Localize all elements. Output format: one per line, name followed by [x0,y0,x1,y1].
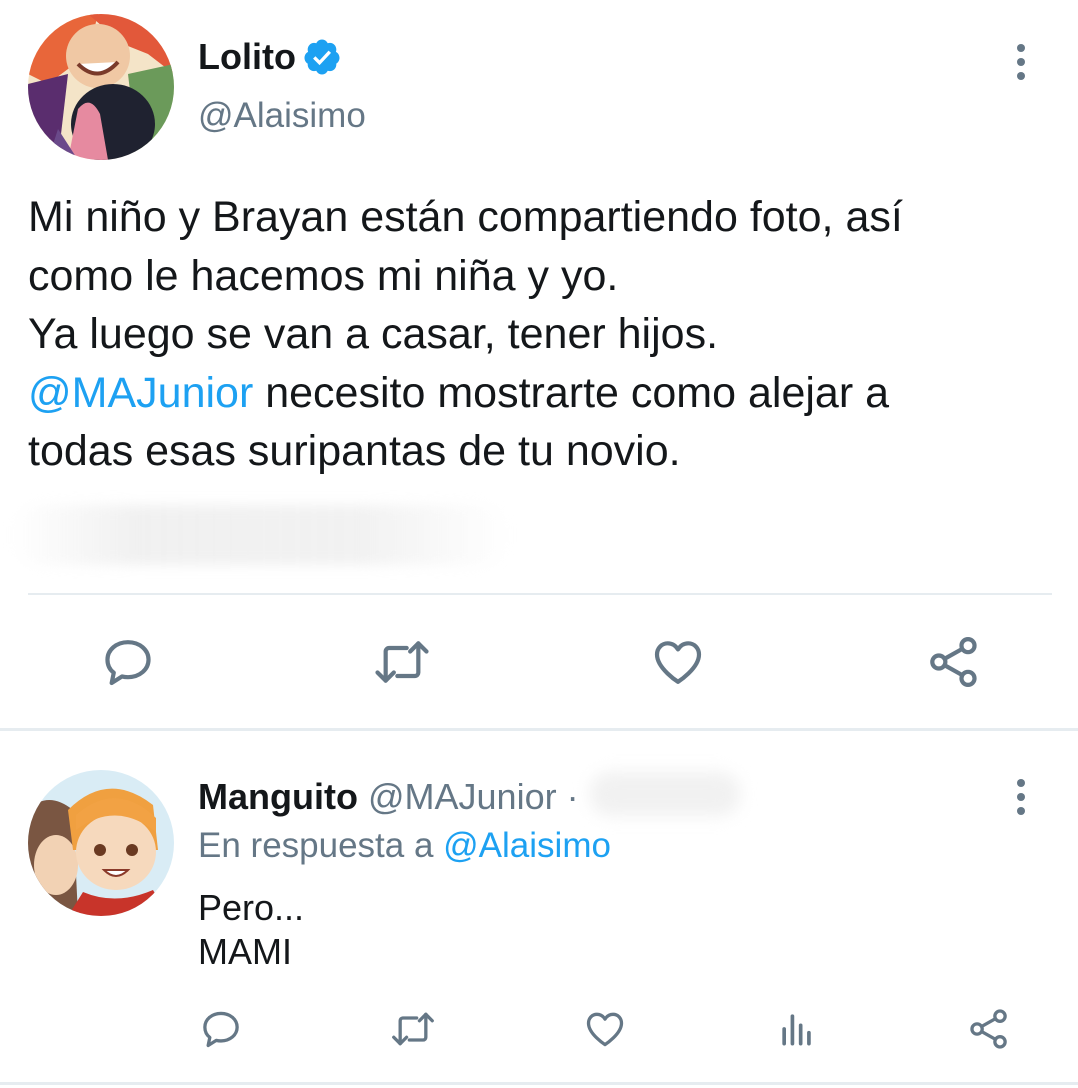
mention-link[interactable]: @MAJunior [28,369,253,417]
replying-to-mention[interactable]: @Alaisimo [443,826,611,865]
analytics-icon [782,1014,811,1046]
tweet-text-line: @MAJunior necesito mostrarte como alejar… [28,364,1068,423]
author-name-row[interactable]: Lolito [198,36,342,78]
tweet-text-line: Ya luego se van a casar, tener hijos. [28,310,719,358]
reply-author-name[interactable]: Manguito [198,776,358,817]
like-button[interactable] [648,632,708,692]
author-handle[interactable]: @Alaisimo [198,96,366,136]
tweet-thread: Lolito @Alaisimo Mi niño y Brayan están … [0,0,1078,1088]
tweet-text-fragment: necesito mostrarte como alejar a [253,368,890,417]
redacted-area [10,505,510,565]
like-icon [654,641,702,684]
reply-text-line: Pero... [198,887,305,928]
avatar-illustration [28,770,174,916]
replying-to: En respuesta a @Alaisimo [198,826,611,866]
more-options-icon[interactable] [1006,775,1036,819]
reply-author-avatar[interactable] [28,770,174,916]
tweet-text-line: como le hacemos mi niña y yo. [28,251,619,300]
share-icon [970,1009,1007,1049]
reply-button[interactable] [198,1006,244,1052]
like-icon [586,1012,624,1047]
share-icon [930,637,977,687]
section-divider [0,728,1078,731]
divider [28,593,1052,595]
more-options-icon[interactable] [1006,40,1036,84]
reply-text-line: MAMI [198,931,292,972]
reply-icon [203,1011,239,1048]
redacted-timestamp [590,772,740,816]
retweet-button[interactable] [370,632,434,692]
retweet-button[interactable] [388,1006,438,1052]
retweet-icon [375,641,429,683]
retweet-icon [392,1012,434,1046]
analytics-button[interactable] [774,1006,820,1052]
share-button[interactable] [966,1006,1012,1052]
separator-dot: · [566,776,579,817]
replying-to-label: En respuesta a [198,826,444,865]
share-button[interactable] [924,632,984,692]
reply-text: Pero... MAMI [198,886,304,974]
tweet-text-line: Mi niño y Brayan están compartiendo foto… [28,193,903,241]
divider [0,1082,1078,1085]
author-name[interactable]: Lolito [198,36,296,78]
reply-icon [105,640,151,686]
like-button[interactable] [582,1006,628,1052]
reply-author-handle[interactable]: @MAJunior [368,776,557,817]
author-avatar[interactable] [28,14,174,160]
verified-badge-icon [304,39,340,75]
reply-button[interactable] [98,632,158,692]
tweet-text: Mi niño y Brayan están compartiendo foto… [28,188,1068,481]
tweet-text-line: todas esas suripantas de tu novio. [28,427,681,475]
avatar-illustration [28,14,174,160]
reply-header: Manguito @MAJunior · [198,776,579,818]
